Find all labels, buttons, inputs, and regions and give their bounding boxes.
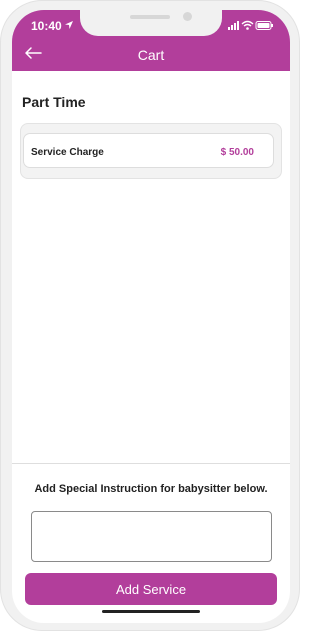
service-charge-value: $ 50.00 [220, 147, 254, 158]
special-instruction-input[interactable] [31, 511, 272, 562]
app-header: 10:40 Cart [12, 10, 290, 71]
app-screen: 10:40 Cart Part Time Service Charge $ 50… [12, 10, 290, 623]
section-title: Part Time [22, 94, 86, 110]
location-arrow-icon [65, 21, 73, 29]
status-icons [228, 20, 273, 30]
divider [12, 463, 290, 464]
battery-icon [255, 21, 273, 30]
instruction-label: Add Special Instruction for babysitter b… [34, 483, 268, 495]
add-service-button[interactable]: Add Service [25, 573, 277, 605]
camera [183, 12, 192, 21]
service-charge-label: Service Charge [31, 147, 104, 158]
status-time: 10:40 [31, 19, 62, 33]
notch [80, 10, 222, 36]
phone-frame: 10:40 Cart Part Time Service Charge $ 50… [0, 0, 300, 631]
wifi-icon [241, 20, 254, 30]
signal-icon [228, 21, 239, 30]
page-title: Cart [137, 47, 165, 63]
home-indicator [102, 610, 200, 613]
speaker [130, 15, 170, 19]
